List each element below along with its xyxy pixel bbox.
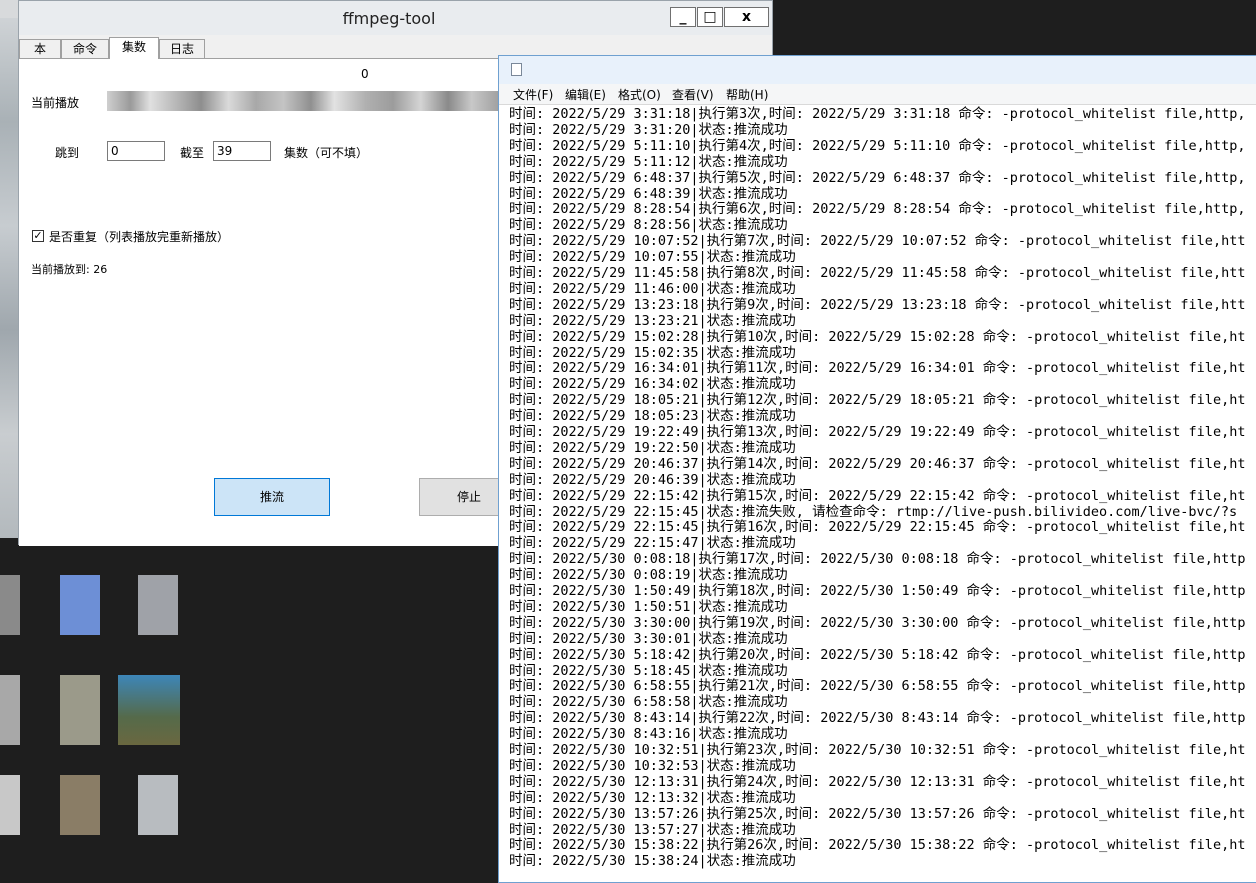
log-line: 时间: 2022/5/30 1:50:51|状态:推流成功 [509,598,788,615]
log-line: 时间: 2022/5/29 18:05:23|状态:推流成功 [509,408,796,425]
log-line: 时间: 2022/5/30 10:32:51|执行第23次,时间: 2022/5… [509,742,1246,758]
log-line: 时间: 2022/5/30 0:08:18|执行第17次,时间: 2022/5/… [509,551,1246,568]
until-input[interactable] [213,141,271,161]
desktop-icon[interactable] [138,775,178,835]
notepad-window: 文件(F) 编辑(E) 格式(O) 查看(V) 帮助(H) 时间: 2022/5… [498,55,1256,883]
log-line: 时间: 2022/5/29 11:45:58|执行第8次,时间: 2022/5/… [509,265,1246,281]
log-line: 时间: 2022/5/30 10:32:53|状态:推流成功 [509,757,796,774]
menu-file[interactable]: 文件(F) [513,86,553,103]
log-line: 时间: 2022/5/29 22:15:45|状态:推流失败, 请检查命令: r… [509,503,1238,520]
now-playing-field[interactable] [107,91,499,111]
counter-value: 0 [361,67,369,81]
log-line: 时间: 2022/5/30 5:18:42|执行第20次,时间: 2022/5/… [509,646,1246,663]
log-line: 时间: 2022/5/29 20:46:39|状态:推流成功 [509,471,796,488]
log-line: 时间: 2022/5/29 3:31:20|状态:推流成功 [509,121,788,138]
desktop-icon[interactable] [0,675,20,745]
log-line: 时间: 2022/5/29 8:28:54|执行第6次,时间: 2022/5/2… [509,201,1246,218]
title-bar[interactable]: ffmpeg-tool _ □ x [19,1,772,35]
log-line: 时间: 2022/5/30 8:43:14|执行第22次,时间: 2022/5/… [509,710,1246,727]
tab-episodes[interactable]: 集数 [109,37,159,59]
menu-view[interactable]: 查看(V) [672,86,714,103]
jump-input[interactable] [107,141,165,161]
close-button[interactable]: x [724,7,769,27]
desktop-icon[interactable] [0,775,20,835]
log-line: 时间: 2022/5/29 22:15:42|执行第15次,时间: 2022/5… [509,487,1246,504]
log-line: 时间: 2022/5/29 5:11:10|执行第4次,时间: 2022/5/2… [509,137,1246,154]
window-title: ffmpeg-tool [342,9,436,28]
log-line: 时间: 2022/5/29 19:22:49|执行第13次,时间: 2022/5… [509,424,1246,440]
log-line: 时间: 2022/5/29 6:48:37|执行第5次,时间: 2022/5/2… [509,169,1246,186]
log-line: 时间: 2022/5/30 15:38:24|状态:推流成功 [509,853,796,870]
log-line: 时间: 2022/5/30 0:08:19|状态:推流成功 [509,567,788,584]
log-line: 时间: 2022/5/30 13:57:27|状态:推流成功 [509,821,796,838]
log-line: 时间: 2022/5/30 5:18:45|状态:推流成功 [509,662,788,679]
tab-log[interactable]: 日志 [159,39,205,59]
menu-bar: 文件(F) 编辑(E) 格式(O) 查看(V) 帮助(H) [499,84,1256,105]
repeat-label[interactable]: 是否重复（列表播放完重新播放） [49,228,229,245]
log-text-area[interactable]: 时间: 2022/5/29 3:31:18|执行第3次,时间: 2022/5/2… [507,106,1256,881]
log-line: 时间: 2022/5/30 8:43:16|状态:推流成功 [509,726,788,743]
menu-format[interactable]: 格式(O) [618,86,661,103]
menu-help[interactable]: 帮助(H) [726,86,768,103]
log-line: 时间: 2022/5/29 10:07:52|执行第7次,时间: 2022/5/… [509,233,1246,250]
jump-label: 跳到 [55,146,80,160]
desktop-icon[interactable] [0,575,20,635]
notepad-icon [511,63,522,76]
log-line: 时间: 2022/5/30 12:13:31|执行第24次,时间: 2022/5… [509,773,1246,790]
log-line: 时间: 2022/5/29 19:22:50|状态:推流成功 [509,439,796,456]
minimize-button[interactable]: _ [670,7,696,27]
tab-basic[interactable]: 本 [19,39,61,59]
log-line: 时间: 2022/5/29 22:15:47|状态:推流成功 [509,535,796,552]
log-line: 时间: 2022/5/29 8:28:56|状态:推流成功 [509,217,788,234]
log-line: 时间: 2022/5/30 1:50:49|执行第18次,时间: 2022/5/… [509,583,1246,599]
log-line: 时间: 2022/5/29 3:31:18|执行第3次,时间: 2022/5/2… [509,106,1246,122]
log-line: 时间: 2022/5/30 3:30:00|执行第19次,时间: 2022/5/… [509,614,1246,631]
log-line: 时间: 2022/5/29 13:23:21|状态:推流成功 [509,312,796,329]
repeat-checkbox[interactable]: ✓ [32,230,44,242]
push-stream-button[interactable]: 推流 [214,478,330,516]
episodes-hint: 集数（可不填） [284,146,369,160]
log-line: 时间: 2022/5/29 5:11:12|状态:推流成功 [509,153,788,170]
log-line: 时间: 2022/5/29 10:07:55|状态:推流成功 [509,249,796,266]
log-line: 时间: 2022/5/30 6:58:58|状态:推流成功 [509,694,788,711]
desktop-pixel-block [0,18,18,538]
log-line: 时间: 2022/5/29 16:34:02|状态:推流成功 [509,376,796,393]
desktop-icon[interactable] [60,575,100,635]
played-to-status: 当前播放到: 26 [31,263,108,276]
maximize-button[interactable]: □ [697,7,723,27]
log-line: 时间: 2022/5/30 3:30:01|状态:推流成功 [509,630,788,647]
menu-edit[interactable]: 编辑(E) [565,86,606,103]
desktop-icon[interactable] [60,775,100,835]
log-line: 时间: 2022/5/30 13:57:26|执行第25次,时间: 2022/5… [509,805,1246,822]
log-line: 时间: 2022/5/29 13:23:18|执行第9次,时间: 2022/5/… [509,296,1246,313]
desktop-icon[interactable] [118,675,180,745]
now-playing-label: 当前播放 [31,96,80,110]
log-line: 时间: 2022/5/29 11:46:00|状态:推流成功 [509,280,796,297]
until-label: 截至 [180,146,205,160]
log-line: 时间: 2022/5/29 18:05:21|执行第12次,时间: 2022/5… [509,392,1246,409]
log-line: 时间: 2022/5/30 15:38:22|执行第26次,时间: 2022/5… [509,837,1246,854]
log-line: 时间: 2022/5/29 15:02:35|状态:推流成功 [509,344,796,361]
log-line: 时间: 2022/5/29 16:34:01|执行第11次,时间: 2022/5… [509,360,1246,377]
log-line: 时间: 2022/5/29 6:48:39|状态:推流成功 [509,185,788,202]
desktop-icon[interactable] [60,675,100,745]
notepad-title-bar[interactable] [499,56,1256,84]
log-line: 时间: 2022/5/30 6:58:55|执行第21次,时间: 2022/5/… [509,678,1246,695]
log-line: 时间: 2022/5/30 12:13:32|状态:推流成功 [509,789,796,806]
log-line: 时间: 2022/5/29 15:02:28|执行第10次,时间: 2022/5… [509,328,1246,345]
tab-command[interactable]: 命令 [61,39,109,59]
desktop-icon[interactable] [138,575,178,635]
log-line: 时间: 2022/5/29 22:15:45|执行第16次,时间: 2022/5… [509,519,1246,536]
log-line: 时间: 2022/5/29 20:46:37|执行第14次,时间: 2022/5… [509,455,1246,472]
